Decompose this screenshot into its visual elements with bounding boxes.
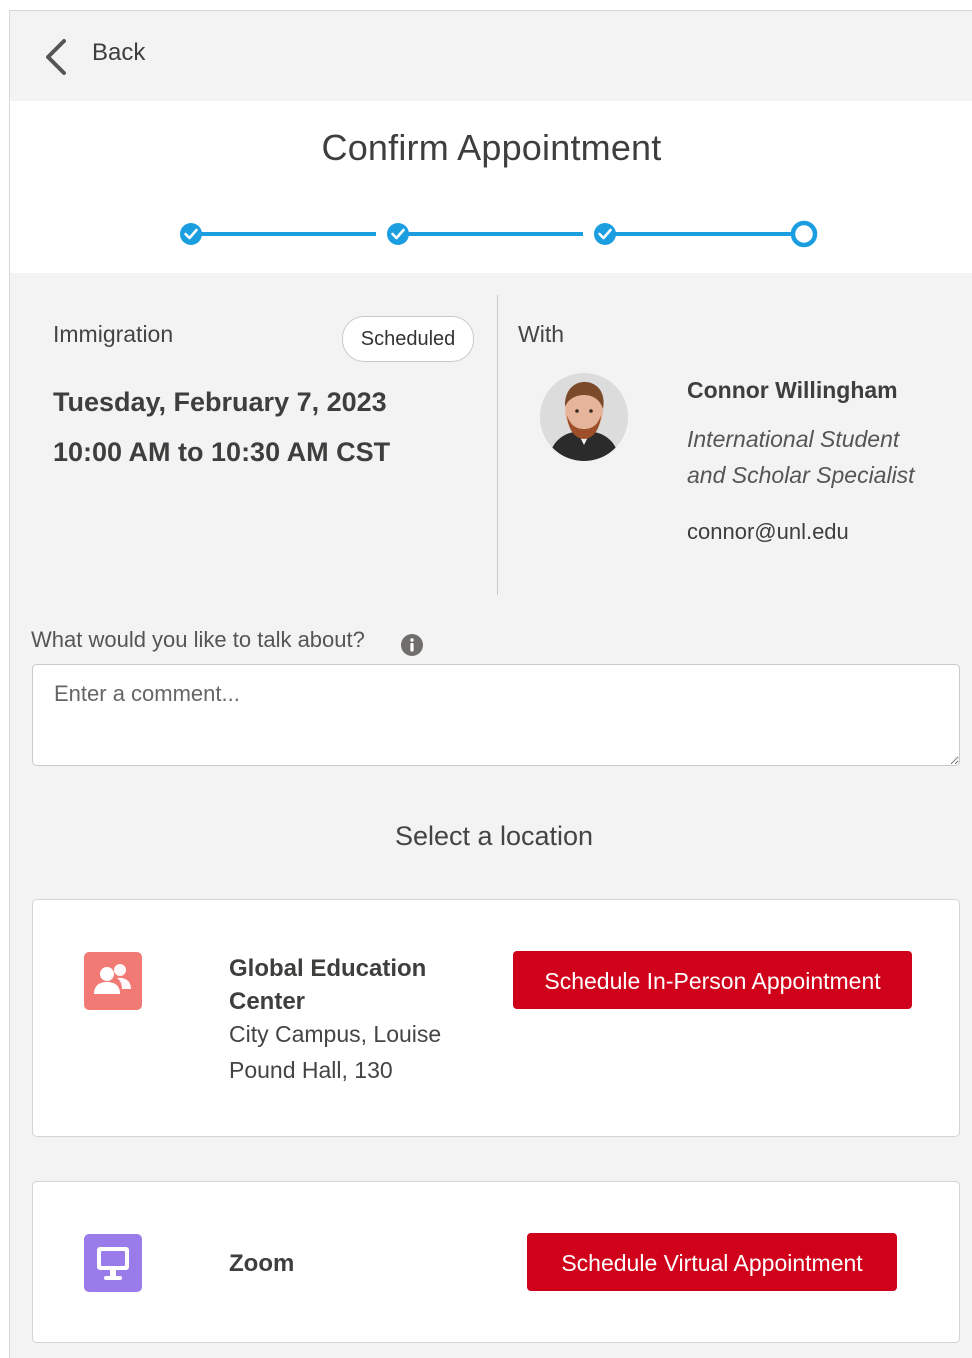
appointment-date: Tuesday, February 7, 2023 [53,387,387,417]
staff-photo-icon [540,373,628,461]
in-person-icon [84,952,142,1010]
appointment-topic: Immigration [53,321,174,347]
appointment-details: Immigration Scheduled Tuesday, February … [10,273,972,613]
appointment-time: 10:00 AM to 10:30 AM CST [53,437,391,467]
status-badge: Scheduled [342,316,474,362]
back-button[interactable]: Back [92,39,145,67]
schedule-virtual-button[interactable]: Schedule Virtual Appointment [527,1233,897,1291]
top-bar: Back [10,11,972,101]
select-location-heading: Select a location [394,821,594,851]
staff-email: connor@unl.edu [687,519,849,544]
info-icon[interactable] [400,633,424,657]
monitor-icon [84,1234,142,1292]
location-card-virtual: Zoom Schedule Virtual Appointment [32,1181,960,1343]
page-title: Confirm Appointment [321,127,662,168]
comment-textarea[interactable] [32,664,960,766]
step-3-complete-icon [594,223,616,245]
app-frame: Back Confirm Appointment Immigration Sch… [9,10,972,1358]
step-2-complete-icon [387,223,409,245]
location-address: City Campus, Louise Pound Hall, 130 [229,1021,442,1083]
location-card-in-person: Global Education Center City Campus, Lou… [32,899,960,1137]
page-header: Confirm Appointment [10,101,972,273]
step-4-current-icon [790,220,818,248]
back-chevron-icon[interactable] [42,37,70,77]
staff-title: International Student and Scholar Specia… [687,426,915,488]
staff-name: Connor Willingham [687,377,898,403]
comment-label: What would you like to talk about? [31,627,365,652]
vertical-divider [497,295,498,595]
progress-stepper [180,220,818,248]
location-name: Zoom [229,1250,295,1277]
with-label: With [518,321,564,347]
step-1-complete-icon [180,223,202,245]
schedule-in-person-button[interactable]: Schedule In-Person Appointment [513,951,912,1009]
avatar [540,373,628,461]
location-name: Global Education Center [229,955,427,1015]
